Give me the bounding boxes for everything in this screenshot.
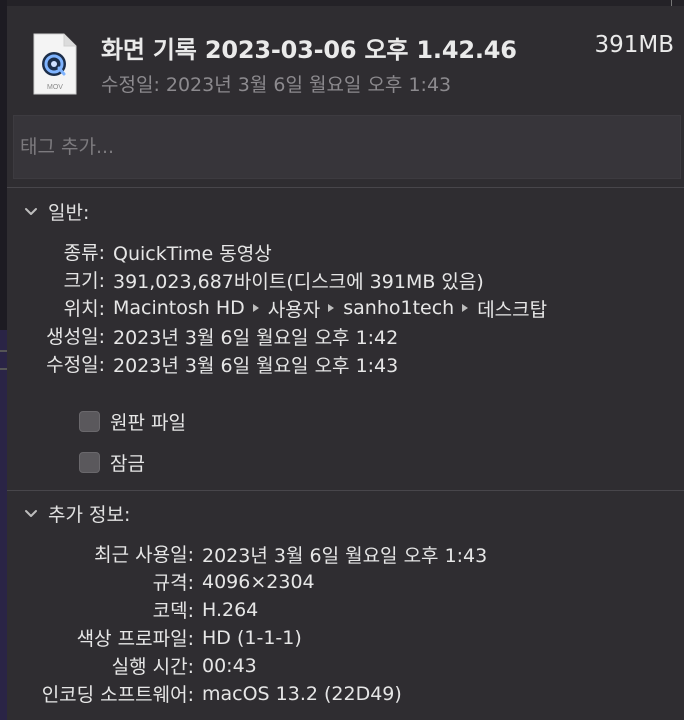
info-key: 생성일: xyxy=(46,326,105,348)
path-segment[interactable]: 사용자 xyxy=(268,295,320,322)
info-row-codecs: 코덱: H.264 xyxy=(13,596,259,624)
info-value: 4096×2304 xyxy=(202,571,315,593)
path-segment[interactable]: sanho1tech xyxy=(343,297,454,319)
info-value: 2023년 3월 6일 월요일 오후 1:43 xyxy=(202,544,488,567)
info-key: 코덱: xyxy=(152,600,194,622)
info-row-created: 생성일: 2023년 3월 6일 월요일 오후 1:42 xyxy=(13,322,398,350)
locked-option[interactable]: 잠금 xyxy=(79,449,145,476)
info-row-where: 위치: Macintosh HD 사용자 sanho1tech 데스크탑 xyxy=(13,294,548,322)
info-key: 인코딩 소프트웨어: xyxy=(41,684,194,706)
general-section-title: 일반: xyxy=(48,202,90,224)
background-window-mark xyxy=(0,350,7,352)
info-key: 색상 프로파일: xyxy=(76,628,194,650)
modified-date: 수정일: 2023년 3월 6일 월요일 오후 1:43 xyxy=(101,74,452,96)
info-row-dimensions: 규격: 4096×2304 xyxy=(13,568,315,596)
locked-checkbox[interactable] xyxy=(79,452,100,473)
info-value: 2023년 3월 6일 월요일 오후 1:43 xyxy=(113,354,399,377)
locked-label: 잠금 xyxy=(110,453,145,475)
info-row-size: 크기: 391,023,687바이트(디스크에 391MB 있음) xyxy=(13,266,484,294)
info-key: 수정일: xyxy=(46,354,105,376)
file-type-label: MOV xyxy=(47,84,63,91)
info-value: macOS 13.2 (22D49) xyxy=(202,683,402,705)
info-key: 최근 사용일: xyxy=(94,544,194,566)
tags-input[interactable] xyxy=(13,115,681,179)
background-window-strip xyxy=(0,0,7,720)
path-arrow-icon xyxy=(328,304,335,312)
quicktime-file-icon[interactable]: MOV xyxy=(28,32,80,96)
info-key: 규격: xyxy=(152,572,194,594)
info-row-last-opened: 최근 사용일: 2023년 3월 6일 월요일 오후 1:43 xyxy=(13,540,487,568)
file-name: 화면 기록 2023-03-06 오후 1.42.46 xyxy=(101,36,517,64)
info-row-color-profile: 색상 프로파일: HD (1-1-1) xyxy=(13,624,302,652)
info-key: 크기: xyxy=(63,270,105,292)
background-window-mark xyxy=(0,368,7,370)
path-segment[interactable]: Macintosh HD xyxy=(113,297,245,319)
stationery-checkbox[interactable] xyxy=(79,411,100,432)
info-value: 2023년 3월 6일 월요일 오후 1:42 xyxy=(113,326,399,349)
path-arrow-icon xyxy=(252,304,259,312)
info-key: 종류: xyxy=(63,242,105,264)
info-value: HD (1-1-1) xyxy=(202,627,302,649)
info-value: 391,023,687바이트(디스크에 391MB 있음) xyxy=(113,270,484,293)
background-window-accent xyxy=(0,330,7,720)
info-value: QuickTime 동영상 xyxy=(113,242,272,265)
info-row-kind: 종류: QuickTime 동영상 xyxy=(13,238,272,266)
stationery-option[interactable]: 원판 파일 xyxy=(79,408,186,435)
path-segment[interactable]: 데스크탑 xyxy=(477,295,547,322)
stationery-label: 원판 파일 xyxy=(110,412,186,434)
info-row-duration: 실행 시간: 00:43 xyxy=(13,652,257,680)
general-section-header[interactable]: 일반: xyxy=(22,198,89,225)
chevron-down-icon[interactable] xyxy=(22,505,40,523)
info-row-encoding-software: 인코딩 소프트웨어: macOS 13.2 (22D49) xyxy=(13,680,402,708)
info-key: 위치: xyxy=(63,298,105,320)
info-key: 실행 시간: xyxy=(111,656,194,678)
section-divider xyxy=(7,490,684,491)
info-value: H.264 xyxy=(202,599,259,621)
location-path: Macintosh HD 사용자 sanho1tech 데스크탑 xyxy=(113,294,547,322)
file-size: 391MB xyxy=(594,32,674,58)
more-info-section-title: 추가 정보: xyxy=(48,504,131,526)
info-value: 00:43 xyxy=(202,655,257,677)
more-info-section-header[interactable]: 추가 정보: xyxy=(22,500,130,527)
path-arrow-icon xyxy=(462,304,469,312)
info-row-modified: 수정일: 2023년 3월 6일 월요일 오후 1:43 xyxy=(13,350,398,378)
chevron-down-icon[interactable] xyxy=(22,203,40,221)
section-divider xyxy=(7,187,684,188)
